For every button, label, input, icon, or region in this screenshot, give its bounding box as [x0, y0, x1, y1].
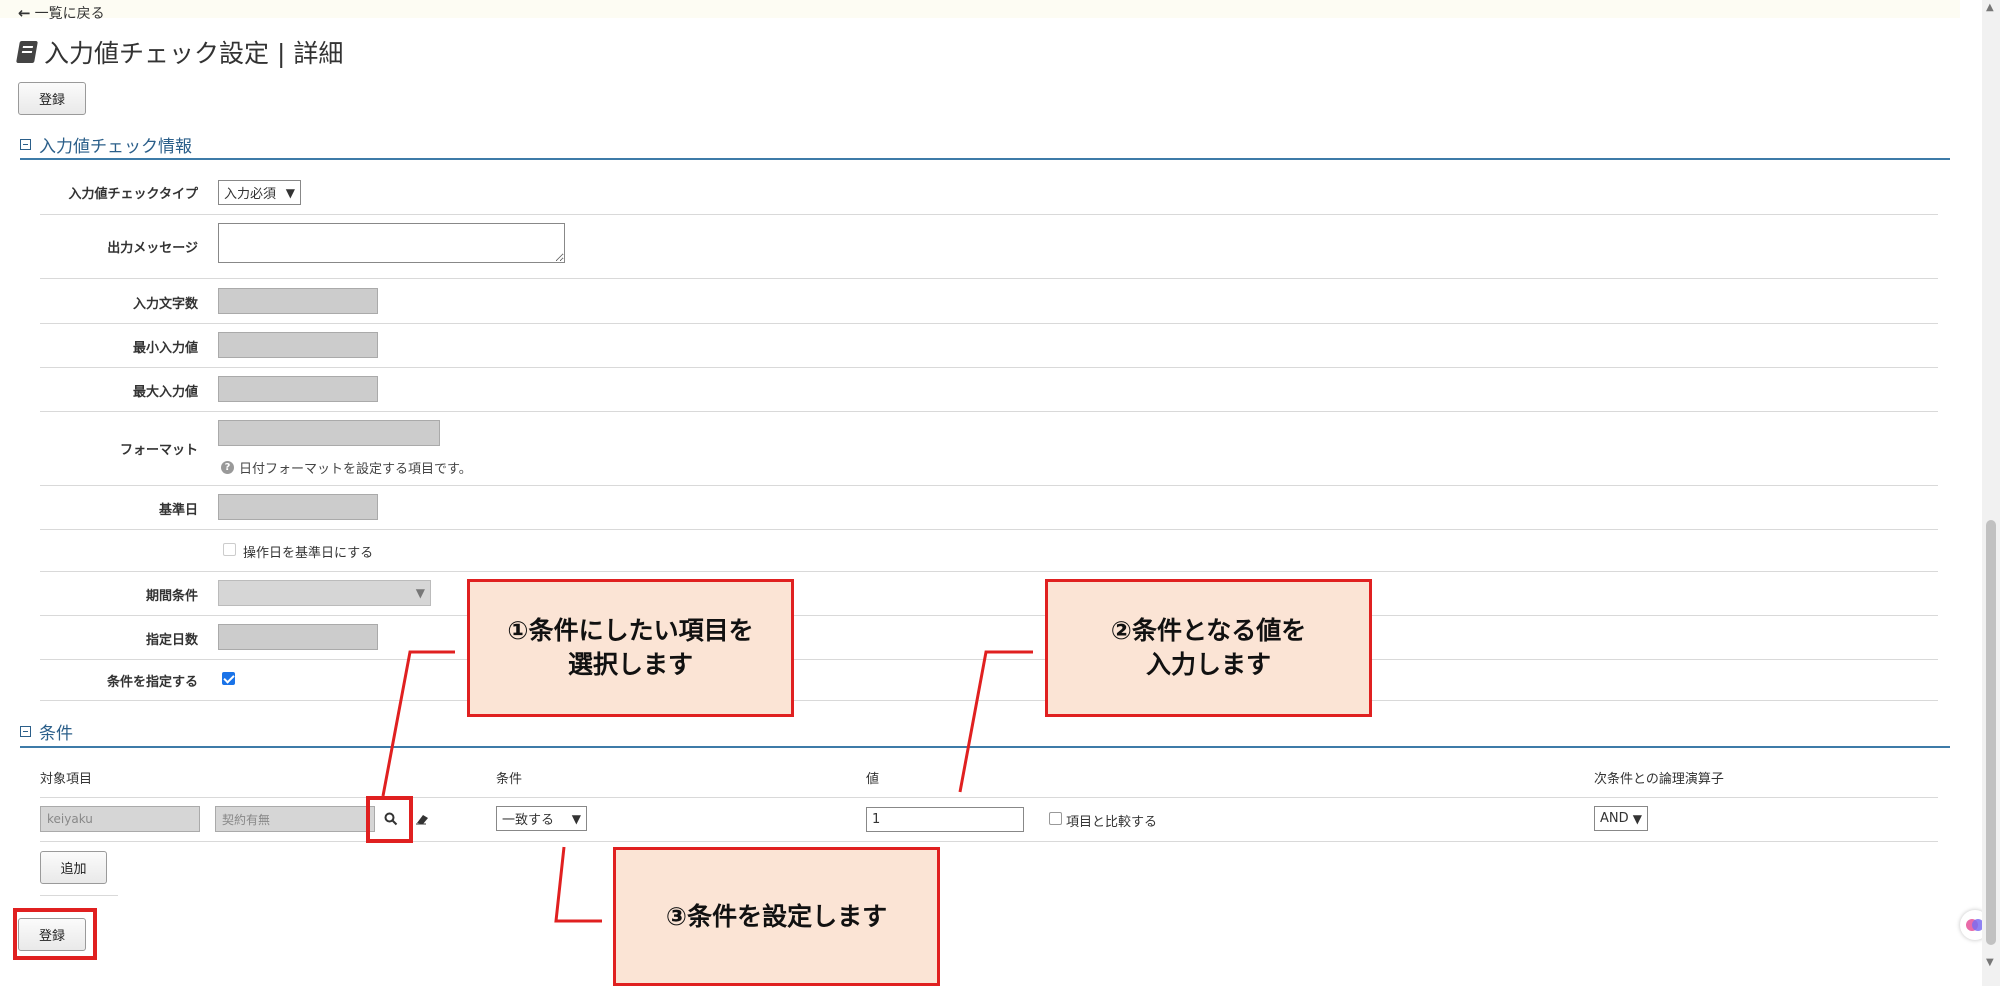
leader-line-3	[554, 846, 602, 923]
scrollbar[interactable]: ▲ ▼	[1982, 0, 2000, 986]
leader-line-2	[958, 650, 1033, 793]
callout-2-line-2: 入力します	[1145, 650, 1271, 679]
scroll-down-icon[interactable]: ▼	[1986, 957, 1994, 968]
callout-1-line-2: 選択します	[567, 650, 693, 679]
callout-select-item: ①条件にしたい項目を 選択します	[467, 579, 794, 717]
leader-line-1	[381, 650, 455, 797]
callout-enter-value: ②条件となる値を 入力します	[1045, 579, 1372, 717]
callout-set-condition: ③条件を設定します	[613, 847, 940, 986]
scrollbar-thumb[interactable]	[1986, 520, 1996, 945]
callout-3-text: ③条件を設定します	[665, 901, 888, 931]
scroll-up-icon[interactable]: ▲	[1986, 2, 1994, 13]
callout-2-line-1: ②条件となる値を	[1110, 616, 1307, 646]
callout-1-line-1: ①条件にしたい項目を	[507, 616, 754, 646]
callout-leader-lines	[381, 650, 1033, 923]
